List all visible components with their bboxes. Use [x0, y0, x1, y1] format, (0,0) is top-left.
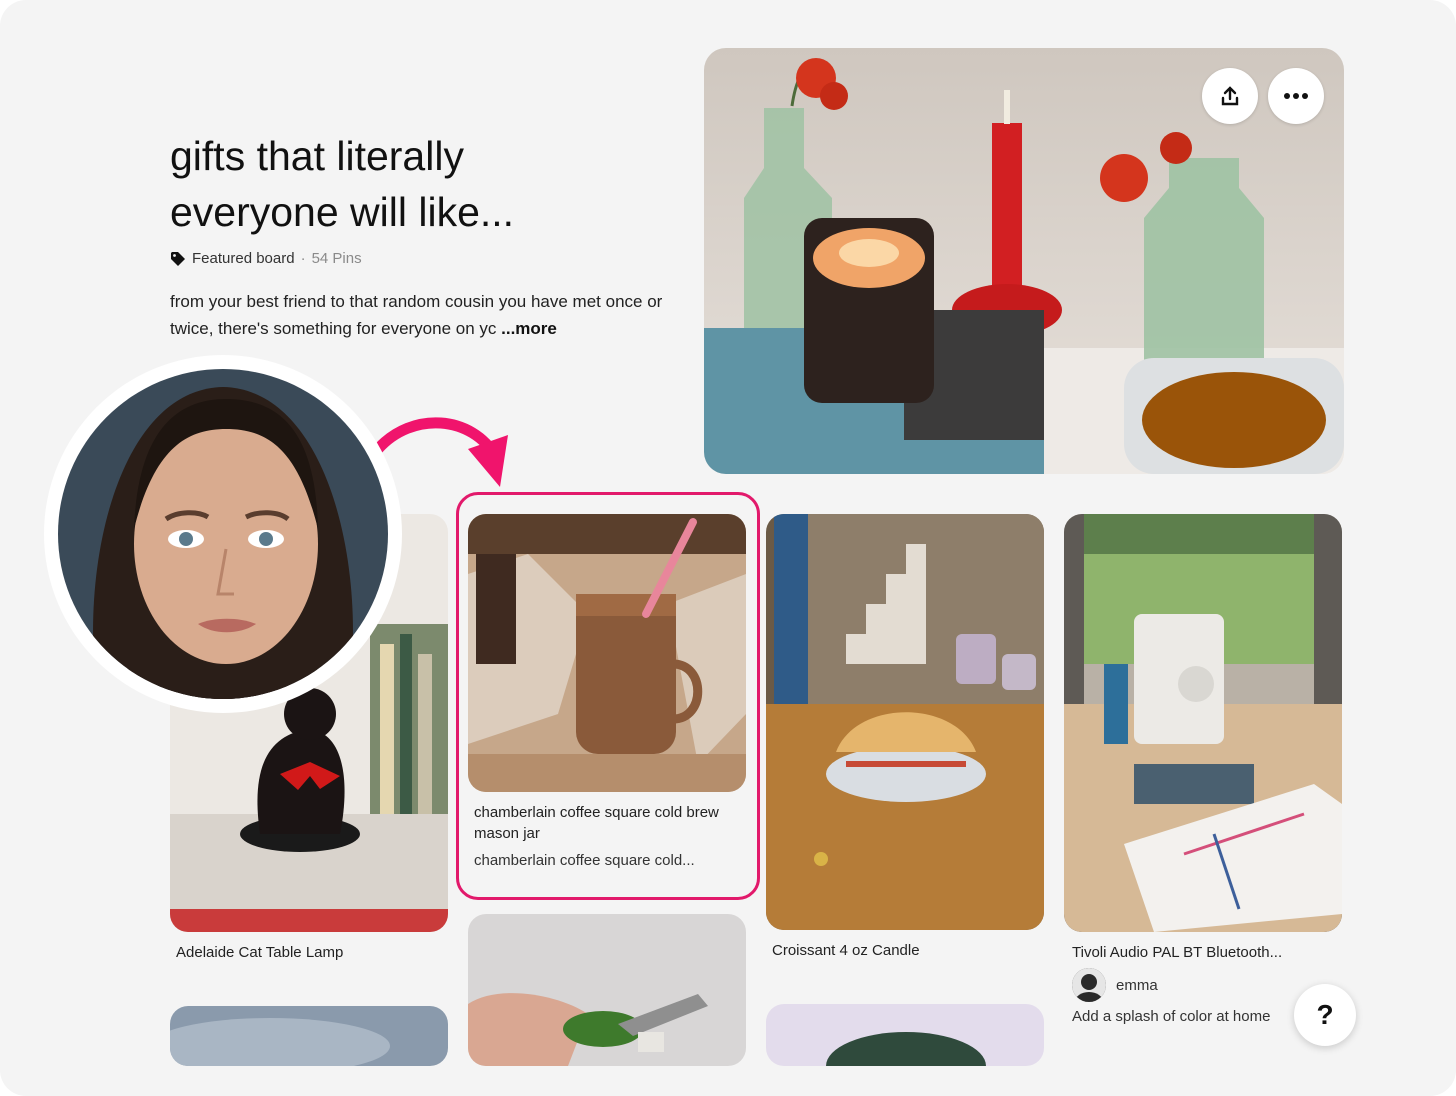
- pin-note-tivoli: Add a splash of color at home: [1072, 1008, 1271, 1025]
- purple-illustration: [766, 1004, 1044, 1066]
- board-description: from your best friend to that random cou…: [170, 288, 670, 342]
- pin-title-cat-lamp[interactable]: Adelaide Cat Table Lamp: [176, 944, 446, 961]
- board-meta: Featured board · 54 Pins: [170, 250, 362, 267]
- share-icon: [1221, 86, 1239, 106]
- highlight-box: [456, 492, 760, 900]
- pin-image-purple[interactable]: [766, 1004, 1044, 1066]
- tag-icon: [171, 251, 185, 266]
- curved-arrow: [372, 417, 508, 487]
- pin-owner[interactable]: emma: [1072, 968, 1158, 1002]
- more-link[interactable]: ...more: [501, 319, 557, 338]
- help-button[interactable]: ?: [1294, 984, 1356, 1046]
- more-icon: [1284, 93, 1308, 99]
- user-avatar-illustration: [1072, 968, 1106, 1002]
- tivoli-radio-illustration: [1064, 514, 1342, 932]
- hero-pin-image[interactable]: [704, 48, 1344, 474]
- pin-image-tivoli-radio[interactable]: [1064, 514, 1342, 932]
- user-name: emma: [1116, 976, 1158, 994]
- croissant-illustration: [766, 514, 1044, 930]
- board-title: gifts that literally everyone will like.…: [170, 133, 515, 235]
- pin-image-sky[interactable]: [170, 1006, 448, 1066]
- pinterest-board-page: gifts that literally everyone will like.…: [0, 0, 1456, 1096]
- pin-image-croissant-candle[interactable]: [766, 514, 1044, 930]
- scissors-illustration: [468, 914, 746, 1066]
- user-avatar: [1072, 968, 1106, 1002]
- more-options-button[interactable]: [1268, 68, 1324, 124]
- pin-image-scissors[interactable]: [468, 914, 746, 1066]
- pin-count: 54 Pins: [311, 250, 362, 267]
- featured-board-label: Featured board: [192, 250, 295, 267]
- avatar: [58, 369, 388, 699]
- sky-illustration: [170, 1006, 448, 1066]
- board-description-text: from your best friend to that random cou…: [170, 292, 663, 338]
- meta-separator: ·: [300, 250, 306, 267]
- portrait-illustration: [58, 369, 388, 699]
- share-button[interactable]: [1202, 68, 1258, 124]
- pin-title-croissant-candle[interactable]: Croissant 4 oz Candle: [772, 942, 1042, 959]
- pin-title-tivoli-radio[interactable]: Tivoli Audio PAL BT Bluetooth...: [1072, 944, 1312, 961]
